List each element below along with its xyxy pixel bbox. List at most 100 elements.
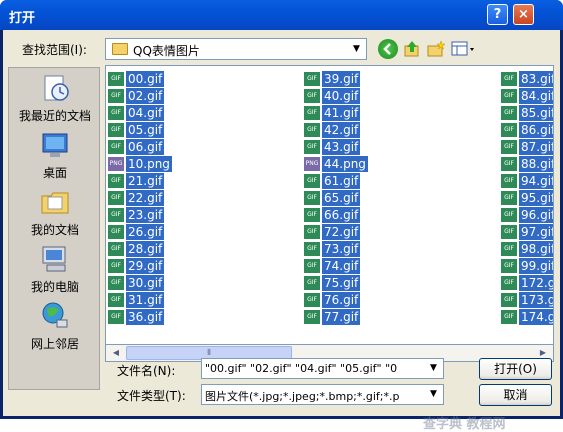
place-desktop[interactable]: 桌面	[9, 129, 101, 181]
file-item[interactable]: GIF 94.gif	[501, 172, 553, 189]
file-item[interactable]: GIF 22.gif	[108, 189, 165, 206]
chevron-down-icon[interactable]: ▼	[425, 386, 442, 403]
file-item[interactable]: PNG 10.png	[108, 155, 172, 172]
file-name: 40.gif	[322, 87, 361, 104]
file-name: 99.gif	[519, 257, 553, 274]
file-item[interactable]: GIF 87.gif	[501, 138, 553, 155]
file-item[interactable]: GIF 61.gif	[304, 172, 361, 189]
gif-file-icon: GIF	[304, 292, 320, 307]
new-folder-icon[interactable]	[426, 39, 446, 59]
file-name: 75.gif	[322, 274, 361, 291]
file-item[interactable]: GIF172.gif	[501, 274, 553, 291]
file-name: 72.gif	[322, 223, 361, 240]
file-item[interactable]: GIF 43.gif	[304, 138, 361, 155]
file-item[interactable]: GIF 42.gif	[304, 121, 361, 138]
gif-file-icon: GIF	[304, 105, 320, 120]
file-item[interactable]: GIF 40.gif	[304, 87, 361, 104]
file-item[interactable]: GIF 75.gif	[304, 274, 361, 291]
my-computer-icon	[39, 243, 71, 275]
gif-file-icon: GIF	[501, 241, 517, 256]
place-network[interactable]: 网上邻居	[9, 300, 101, 352]
gif-file-icon: GIF	[304, 309, 320, 324]
file-item[interactable]: GIF 77.gif	[304, 308, 361, 325]
file-item[interactable]: GIF 39.gif	[304, 70, 361, 87]
file-item[interactable]: GIF 88.gif	[501, 155, 553, 172]
file-item[interactable]: GIF 73.gif	[304, 240, 361, 257]
chevron-down-icon[interactable]: ▼	[425, 360, 442, 377]
file-item[interactable]: GIF 26.gif	[108, 223, 165, 240]
file-item[interactable]: GIF 02.gif	[108, 87, 165, 104]
place-my-documents[interactable]: 我的文档	[9, 186, 101, 238]
file-item[interactable]: GIF 06.gif	[108, 138, 165, 155]
gif-file-icon: GIF	[501, 105, 517, 120]
file-item[interactable]: GIF 36.gif	[108, 308, 165, 325]
file-item[interactable]: GIF174.gif	[501, 308, 553, 325]
place-label: 网上邻居	[30, 337, 79, 351]
file-item[interactable]: GIF 74.gif	[304, 257, 361, 274]
file-item[interactable]: GIF 95.gif	[501, 189, 553, 206]
file-item[interactable]: GIF 31.gif	[108, 291, 165, 308]
gif-file-icon: GIF	[108, 207, 124, 222]
gif-file-icon: GIF	[501, 156, 517, 171]
file-name: 88.gif	[519, 155, 553, 172]
gif-file-icon: GIF	[304, 207, 320, 222]
file-item[interactable]: GIF 99.gif	[501, 257, 553, 274]
file-item[interactable]: GIF 41.gif	[304, 104, 361, 121]
file-item[interactable]: GIF 28.gif	[108, 240, 165, 257]
file-name: 41.gif	[322, 104, 361, 121]
file-item[interactable]: GIF 00.gif	[108, 70, 165, 87]
close-button[interactable]: ×	[513, 4, 534, 25]
file-list[interactable]: GIF 00.gif GIF 02.gif GIF 04.gif GIF 05.gif GIF 0…	[105, 65, 554, 345]
file-item[interactable]: GIF 04.gif	[108, 104, 165, 121]
file-item[interactable]: GIF 30.gif	[108, 274, 165, 291]
place-recent[interactable]: 我最近的文档	[9, 72, 101, 124]
file-item[interactable]: GIF 29.gif	[108, 257, 165, 274]
file-item[interactable]: GIF 83.gif	[501, 70, 553, 87]
my-documents-icon	[39, 186, 71, 218]
place-my-computer[interactable]: 我的电脑	[9, 243, 101, 295]
gif-file-icon: GIF	[501, 173, 517, 188]
file-item[interactable]: GIF 84.gif	[501, 87, 553, 104]
gif-file-icon: GIF	[108, 241, 124, 256]
file-name: 39.gif	[322, 70, 361, 87]
file-item[interactable]: GIF 85.gif	[501, 104, 553, 121]
gif-file-icon: GIF	[108, 258, 124, 273]
open-button[interactable]: 打开(O)	[479, 358, 552, 380]
file-item[interactable]: GIF 98.gif	[501, 240, 553, 257]
file-name: 73.gif	[322, 240, 361, 257]
file-item[interactable]: GIF 96.gif	[501, 206, 553, 223]
lookin-value: QQ表情图片	[133, 44, 200, 58]
file-item[interactable]: GIF 21.gif	[108, 172, 165, 189]
filename-value: "00.gif" "02.gif" "04.gif" "05.gif" "0	[205, 362, 398, 375]
back-icon[interactable]	[378, 39, 398, 59]
file-name: 76.gif	[322, 291, 361, 308]
file-item[interactable]: GIF 86.gif	[501, 121, 553, 138]
up-folder-icon[interactable]	[402, 39, 422, 59]
file-item[interactable]: GIF 23.gif	[108, 206, 165, 223]
file-name: 43.gif	[322, 138, 361, 155]
scroll-left-icon[interactable]: ◀	[108, 346, 124, 360]
gif-file-icon: GIF	[501, 88, 517, 103]
gif-file-icon: GIF	[501, 292, 517, 307]
lookin-dropdown[interactable]: QQ表情图片 ▼	[105, 38, 367, 60]
file-item[interactable]: GIF 97.gif	[501, 223, 553, 240]
filename-field[interactable]: "00.gif" "02.gif" "04.gif" "05.gif" "0 ▼	[201, 358, 444, 379]
file-item[interactable]: GIF 66.gif	[304, 206, 361, 223]
file-name: 28.gif	[126, 240, 165, 257]
file-name: 44.png	[322, 155, 368, 172]
file-item[interactable]: GIF173.gif	[501, 291, 553, 308]
file-item[interactable]: GIF 76.gif	[304, 291, 361, 308]
file-name: 29.gif	[126, 257, 165, 274]
file-item[interactable]: GIF 65.gif	[304, 189, 361, 206]
file-item[interactable]: PNG 44.png	[304, 155, 368, 172]
file-item[interactable]: GIF 72.gif	[304, 223, 361, 240]
view-menu-icon[interactable]	[450, 39, 476, 59]
title-bar[interactable]: 打开 ? ×	[0, 0, 563, 30]
filetype-label: 文件类型(T):	[117, 389, 186, 403]
chevron-down-icon[interactable]: ▼	[348, 40, 365, 58]
gif-file-icon: GIF	[304, 258, 320, 273]
help-button[interactable]: ?	[487, 4, 508, 25]
cancel-button[interactable]: 取消	[479, 384, 552, 406]
file-item[interactable]: GIF 05.gif	[108, 121, 165, 138]
filetype-select[interactable]: 图片文件(*.jpg;*.jpeg;*.bmp;*.gif;*.p ▼	[201, 384, 444, 405]
